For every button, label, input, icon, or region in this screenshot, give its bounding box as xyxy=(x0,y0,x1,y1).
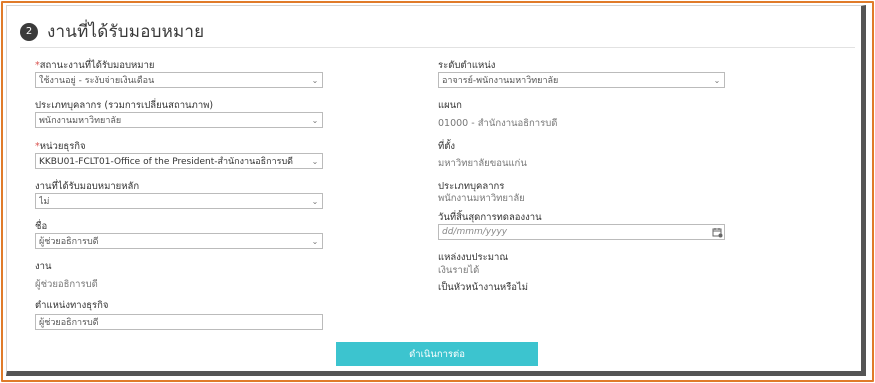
name-select[interactable]: ผู้ช่วยอธิการบดี ⌄ xyxy=(35,233,323,249)
department-label: แผนก xyxy=(438,100,462,111)
position-level-label: ระดับตำแหน่ง xyxy=(438,60,496,71)
step-badge: 2 xyxy=(20,22,38,41)
header-divider xyxy=(20,47,855,48)
location-value: มหาวิทยาลัยขอนแก่น xyxy=(438,158,527,169)
position-level-select[interactable]: อาจารย์-พนักงานมหาวิทยาลัย ⌄ xyxy=(438,72,725,88)
chevron-down-icon: ⌄ xyxy=(311,115,319,125)
business-unit-label: *หน่วยธุรกิจ xyxy=(35,141,86,152)
personnel-type-change-label: ประเภทบุคลากร (รวมการเปลี่ยนสถานภาพ) xyxy=(35,100,214,111)
chevron-down-icon: ⌄ xyxy=(713,75,721,85)
personnel-type-value: พนักงานมหาวิทยาลัย xyxy=(438,193,525,204)
primary-assignment-select[interactable]: ไม่ ⌄ xyxy=(35,193,323,209)
location-label: ที่ตั้ง xyxy=(438,141,456,152)
assignment-status-label: *สถานะงานที่ได้รับมอบหมาย xyxy=(35,60,155,71)
business-unit-select[interactable]: KKBU01-FCLT01-Office of the President-สำ… xyxy=(35,153,323,169)
job-label: งาน xyxy=(35,261,52,272)
primary-assignment-label: งานที่ได้รับมอบหมายหลัก xyxy=(35,181,140,192)
probation-end-date-input[interactable]: dd/mmm/yyyy xyxy=(438,224,725,240)
continue-button[interactable]: ดำเนินการต่อ xyxy=(336,342,538,366)
section-title: งานที่ได้รับมอบหมาย xyxy=(47,22,205,42)
date-placeholder: dd/mmm/yyyy xyxy=(442,227,508,237)
chevron-down-icon: ⌄ xyxy=(311,236,319,246)
is-supervisor-label: เป็นหัวหน้างานหรือไม่ xyxy=(438,282,529,293)
calendar-icon[interactable] xyxy=(710,225,724,239)
chevron-down-icon: ⌄ xyxy=(311,196,319,206)
name-label: ชื่อ xyxy=(35,221,48,232)
budget-source-value: เงินรายได้ xyxy=(438,265,480,276)
personnel-type-change-select[interactable]: พนักงานมหาวิทยาลัย ⌄ xyxy=(35,112,323,128)
business-title-label: ตำแหน่งทางธุรกิจ xyxy=(35,300,109,311)
probation-end-label: วันที่สิ้นสุดการทดลองงาน xyxy=(438,212,542,223)
job-value: ผู้ช่วยอธิการบดี xyxy=(35,279,98,290)
assignment-status-select[interactable]: ใช้งานอยู่ - ระงับจ่ายเงินเดือน ⌄ xyxy=(35,72,323,88)
chevron-down-icon: ⌄ xyxy=(311,156,319,166)
chevron-down-icon: ⌄ xyxy=(311,75,319,85)
business-title-input[interactable]: ผู้ช่วยอธิการบดี xyxy=(35,314,323,330)
department-value: 01000 - สำนักงานอธิการบดี xyxy=(438,118,558,129)
assignment-panel: 2 งานที่ได้รับมอบหมาย *สถานะงานที่ได้รับ… xyxy=(6,5,866,376)
section-header: 2 งานที่ได้รับมอบหมาย xyxy=(20,18,204,45)
